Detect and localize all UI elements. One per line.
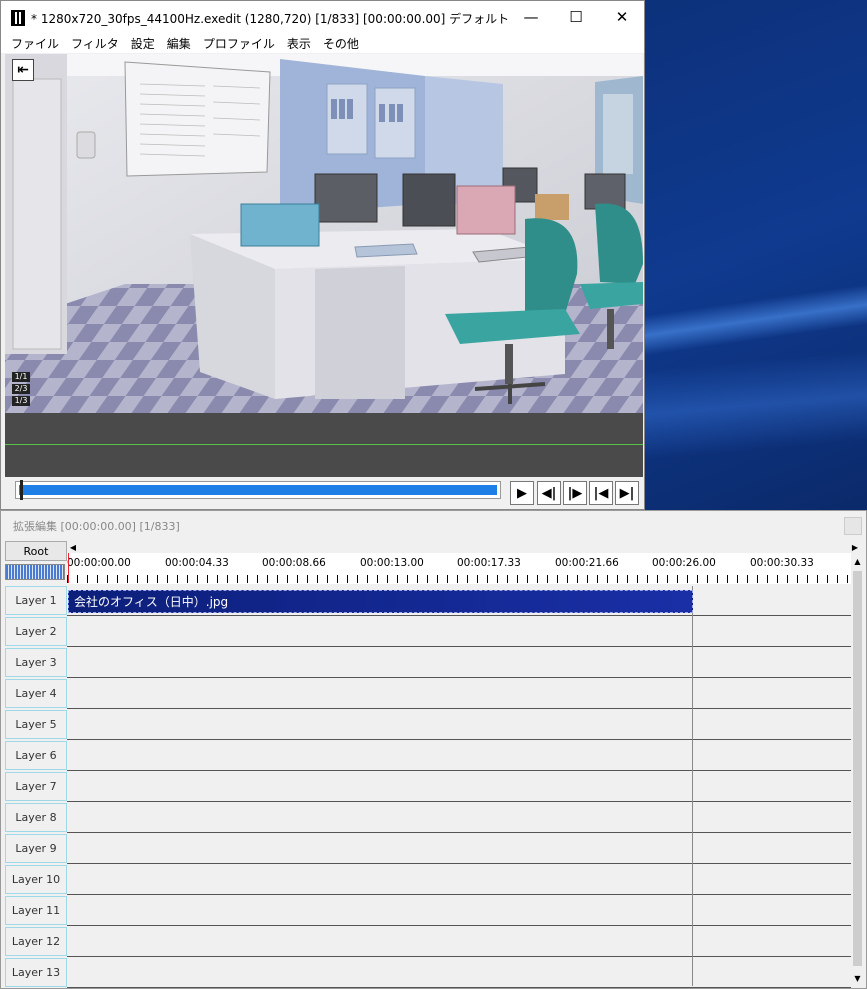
layer-track[interactable] — [67, 678, 851, 709]
ruler-tick-label: 00:00:26.00 — [652, 557, 716, 569]
desktop-light-ray — [645, 350, 867, 460]
menu-profile[interactable]: プロファイル — [197, 35, 281, 52]
layer-track[interactable] — [67, 616, 851, 647]
scroll-right-icon[interactable]: ▶ — [849, 541, 861, 553]
seek-bar-knob[interactable] — [20, 480, 23, 500]
layer-track[interactable] — [67, 740, 851, 771]
layer-header-11[interactable]: Layer 11 — [5, 896, 67, 925]
scale-badge: 2/3 — [12, 384, 30, 394]
layer-header-7[interactable]: Layer 7 — [5, 772, 67, 801]
layer-track[interactable] — [67, 802, 851, 833]
layer-track[interactable] — [67, 895, 851, 926]
waveform-area — [5, 413, 643, 477]
seek-bar-fill — [19, 485, 497, 495]
layer-header-1[interactable]: Layer 1 — [5, 586, 67, 615]
extended-edit-window: 拡張編集 [00:00:00.00] [1/833] Root ◀ ▶ 00:0… — [0, 510, 867, 989]
ruler-tick-label: 00:00:04.33 — [165, 557, 229, 569]
ruler-tick-label: 00:00:13.00 — [360, 557, 424, 569]
maximize-button[interactable]: ☐ — [553, 1, 599, 33]
menu-filter[interactable]: フィルタ — [65, 35, 125, 52]
first-frame-button[interactable]: |◀ — [589, 481, 613, 505]
menu-file[interactable]: ファイル — [5, 35, 65, 52]
layer-header-6[interactable]: Layer 6 — [5, 741, 67, 770]
layer-header-2[interactable]: Layer 2 — [5, 617, 67, 646]
vertical-scrollbar[interactable]: ▲ ▼ — [851, 553, 864, 986]
timeline-ruler[interactable]: 00:00:00.00 00:00:04.33 00:00:08.66 00:0… — [67, 553, 851, 584]
layer-header-5[interactable]: Layer 5 — [5, 710, 67, 739]
preview-viewer: ⇤ 1/1 2/3 1/3 — [5, 54, 643, 413]
layer-header-13[interactable]: Layer 13 — [5, 958, 67, 987]
play-button[interactable]: ▶ — [510, 481, 534, 505]
ruler-tick-label: 00:00:08.66 — [262, 557, 326, 569]
menu-view[interactable]: 表示 — [281, 35, 317, 52]
scroll-left-icon[interactable]: ◀ — [67, 541, 79, 553]
layer-header-3[interactable]: Layer 3 — [5, 648, 67, 677]
audio-level-line — [5, 444, 643, 445]
ruler-ticks — [67, 575, 851, 583]
layer-header-12[interactable]: Layer 12 — [5, 927, 67, 956]
extended-edit-title: 拡張編集 [00:00:00.00] [1/833] — [13, 520, 180, 533]
layer-header-8[interactable]: Layer 8 — [5, 803, 67, 832]
main-window: * 1280x720_30fps_44100Hz.exedit (1280,72… — [0, 0, 645, 510]
playhead-cursor[interactable] — [68, 553, 69, 583]
scale-badge: 1/3 — [12, 396, 30, 406]
title-bar: * 1280x720_30fps_44100Hz.exedit (1280,72… — [1, 1, 644, 33]
next-frame-button[interactable]: |▶ — [563, 481, 587, 505]
app-film-icon — [11, 10, 25, 26]
ruler-tick-label: 00:00:21.66 — [555, 557, 619, 569]
layer-track[interactable] — [67, 926, 851, 957]
scroll-up-icon[interactable]: ▲ — [851, 555, 864, 567]
layer-track[interactable] — [67, 957, 851, 988]
image-clip[interactable]: 会社のオフィス（日中）.jpg — [68, 590, 693, 613]
horizontal-scrollbar[interactable]: ◀ ▶ — [67, 541, 863, 553]
layer-track[interactable] — [67, 864, 851, 895]
vertical-scroll-thumb[interactable] — [853, 571, 862, 966]
layer-track[interactable] — [67, 709, 851, 740]
menu-settings[interactable]: 設定 — [125, 35, 161, 52]
timeline-zoom-bar[interactable] — [5, 564, 65, 580]
ruler-tick-label: 00:00:30.33 — [750, 557, 814, 569]
prev-frame-button[interactable]: ◀| — [537, 481, 561, 505]
last-frame-button[interactable]: ▶| — [615, 481, 639, 505]
extended-edit-close-button[interactable] — [844, 517, 862, 535]
frame-start-button[interactable]: ⇤ — [12, 59, 34, 81]
menu-edit[interactable]: 編集 — [161, 35, 197, 52]
layer-track[interactable] — [67, 771, 851, 802]
scale-badge: 1/1 — [12, 372, 30, 382]
root-button[interactable]: Root — [5, 541, 67, 561]
minimize-button[interactable]: — — [508, 1, 554, 33]
layer-header-4[interactable]: Layer 4 — [5, 679, 67, 708]
ruler-tick-label: 00:00:00.00 — [67, 557, 131, 569]
scroll-down-icon[interactable]: ▼ — [851, 972, 864, 984]
office-scene-image — [5, 54, 643, 413]
layer-header-10[interactable]: Layer 10 — [5, 865, 67, 894]
scene-end-marker — [692, 586, 693, 986]
ruler-tick-label: 00:00:17.33 — [457, 557, 521, 569]
layer-header-9[interactable]: Layer 9 — [5, 834, 67, 863]
layer-track[interactable] — [67, 647, 851, 678]
desktop-light-ray — [645, 284, 867, 356]
seek-bar[interactable] — [15, 480, 501, 500]
layer-track[interactable] — [67, 833, 851, 864]
menu-other[interactable]: その他 — [317, 35, 365, 52]
close-button[interactable]: ✕ — [599, 1, 645, 33]
menu-bar: ファイル フィルタ 設定 編集 プロファイル 表示 その他 — [1, 33, 644, 53]
window-title: * 1280x720_30fps_44100Hz.exedit (1280,72… — [31, 12, 510, 26]
